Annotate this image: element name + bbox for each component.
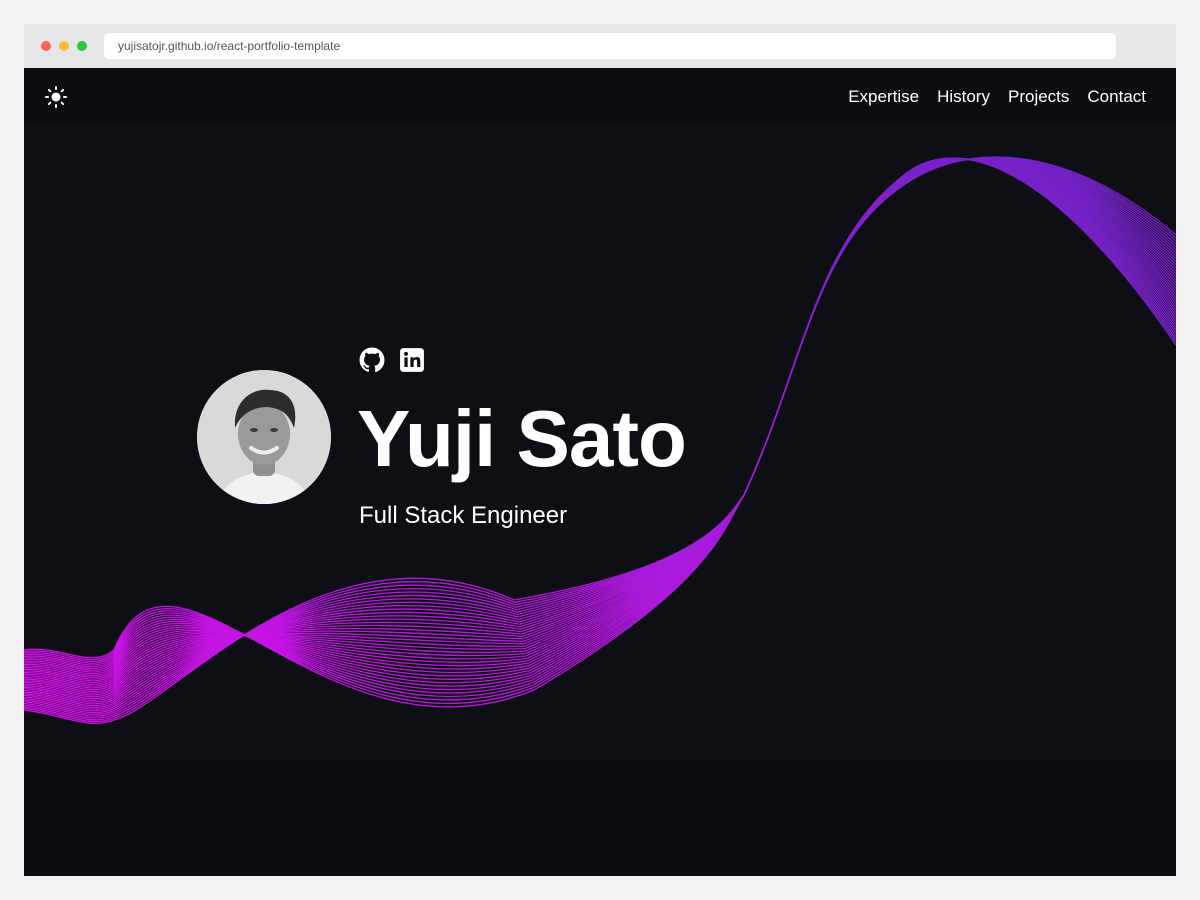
social-links bbox=[359, 347, 425, 373]
maximize-window-button[interactable] bbox=[77, 41, 87, 51]
browser-chrome: yujisatojr.github.io/react-portfolio-tem… bbox=[24, 24, 1176, 68]
close-window-button[interactable] bbox=[41, 41, 51, 51]
hero-role: Full Stack Engineer bbox=[359, 502, 568, 529]
nav-link-projects[interactable]: Projects bbox=[1008, 87, 1069, 107]
theme-toggle-button[interactable] bbox=[44, 85, 68, 109]
sun-icon bbox=[45, 86, 67, 108]
nav-link-history[interactable]: History bbox=[937, 87, 990, 107]
nav-link-contact[interactable]: Contact bbox=[1087, 87, 1146, 107]
github-icon[interactable] bbox=[359, 347, 385, 373]
nav-link-expertise[interactable]: Expertise bbox=[848, 87, 919, 107]
linkedin-icon[interactable] bbox=[399, 347, 425, 373]
profile-photo bbox=[197, 370, 331, 504]
page-content: Expertise History Projects Contact Yuji … bbox=[24, 68, 1176, 876]
section-divider bbox=[24, 758, 1176, 876]
browser-window: yujisatojr.github.io/react-portfolio-tem… bbox=[24, 24, 1176, 876]
nav-links: Expertise History Projects Contact bbox=[848, 68, 1146, 125]
navbar: Expertise History Projects Contact bbox=[24, 68, 1176, 125]
minimize-window-button[interactable] bbox=[59, 41, 69, 51]
avatar bbox=[197, 370, 331, 504]
hero-name: Yuji Sato bbox=[357, 394, 687, 483]
address-bar[interactable]: yujisatojr.github.io/react-portfolio-tem… bbox=[104, 33, 1116, 59]
